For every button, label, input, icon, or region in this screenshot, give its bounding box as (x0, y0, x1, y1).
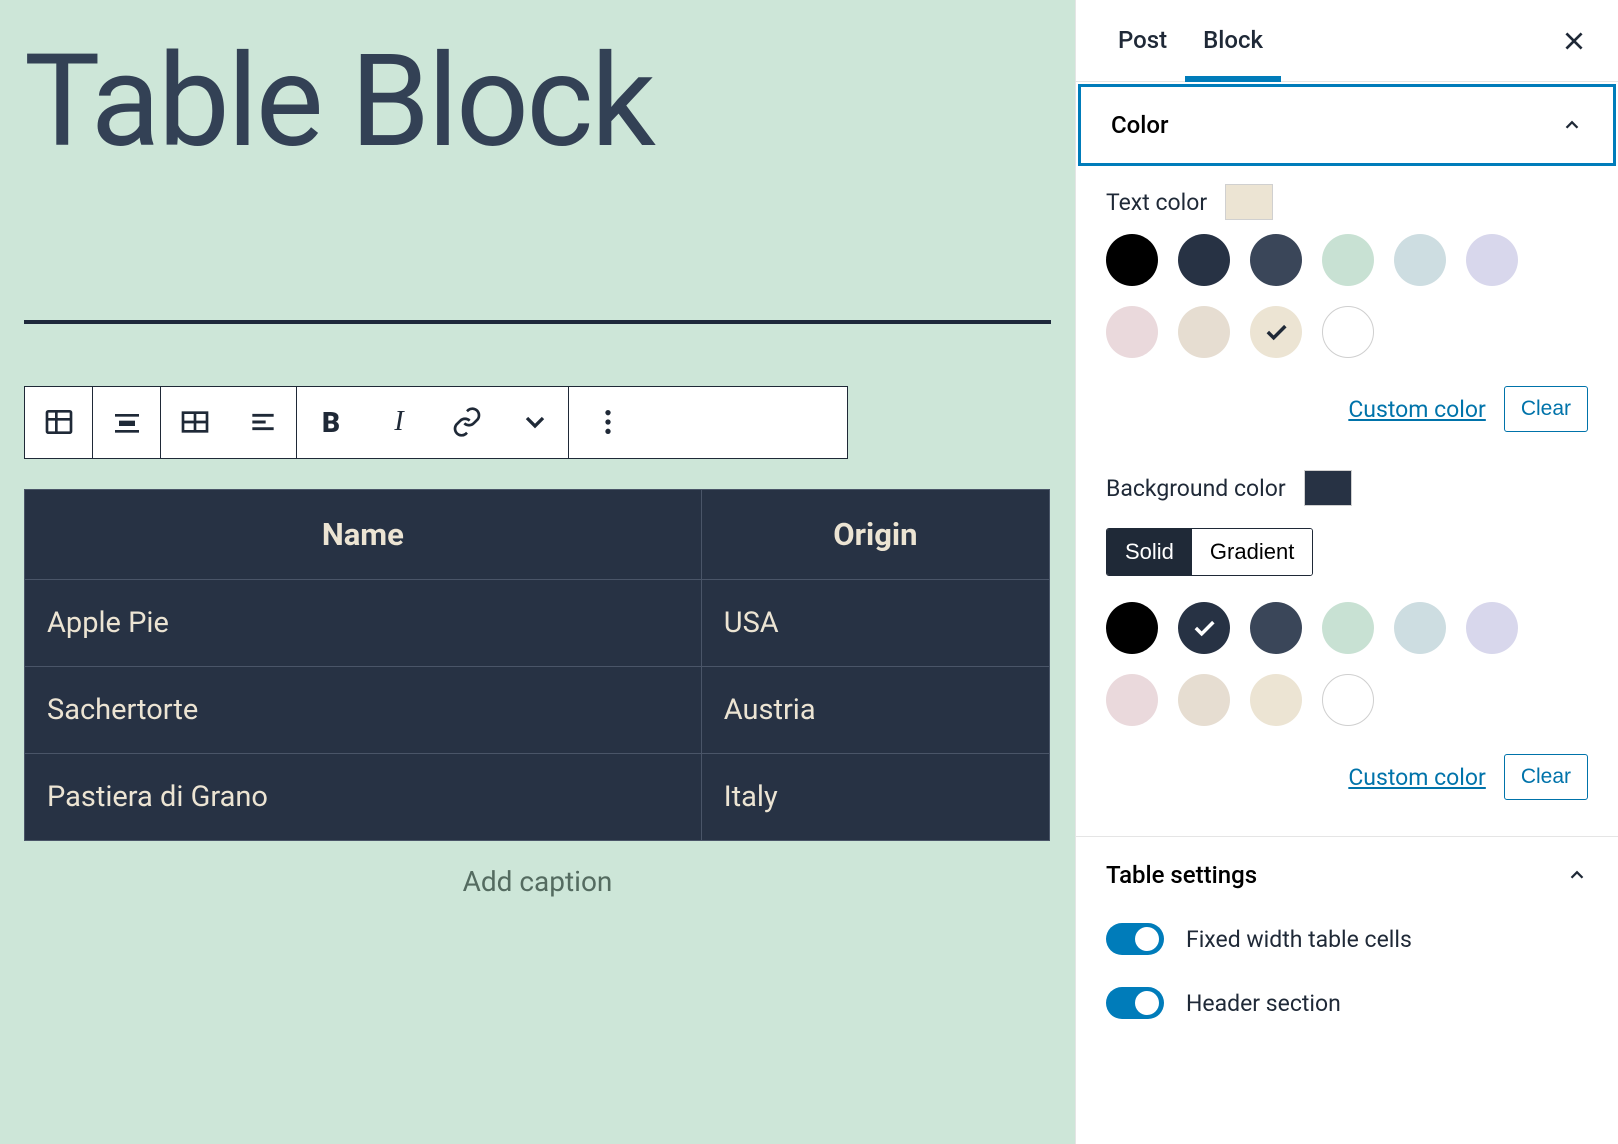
more-rich-text-button[interactable] (501, 387, 569, 458)
bg-color-label: Background color (1106, 475, 1286, 502)
text-custom-color-link[interactable]: Custom color (1348, 396, 1485, 423)
table-cell[interactable]: Austria (701, 666, 1049, 753)
fixed-width-toggle[interactable] (1106, 923, 1164, 955)
column-align-button[interactable] (229, 387, 297, 458)
block-toolbar: B I (24, 386, 848, 459)
italic-icon: I (394, 406, 403, 438)
bold-button[interactable]: B (297, 387, 365, 458)
color-swatch[interactable] (1250, 602, 1302, 654)
tab-post[interactable]: Post (1100, 0, 1185, 82)
table-header-cell[interactable]: Name (25, 489, 702, 579)
table-block[interactable]: Name Origin Apple Pie USA Sachertorte Au… (24, 489, 1050, 841)
more-vertical-icon (592, 406, 624, 438)
block-type-button[interactable] (25, 387, 93, 458)
color-swatch[interactable] (1178, 234, 1230, 286)
link-button[interactable] (433, 387, 501, 458)
color-panel-header[interactable]: Color (1078, 84, 1616, 166)
table-cell[interactable]: Apple Pie (25, 579, 702, 666)
chevron-up-icon (1566, 864, 1588, 886)
edit-table-button[interactable] (161, 387, 229, 458)
chevron-up-icon (1561, 114, 1583, 136)
tab-block[interactable]: Block (1185, 0, 1281, 82)
color-swatch[interactable] (1322, 602, 1374, 654)
color-swatch[interactable] (1106, 674, 1158, 726)
header-section-label: Header section (1186, 990, 1341, 1017)
bg-mode-toggle: Solid Gradient (1106, 528, 1313, 576)
bold-icon: B (322, 406, 340, 439)
more-options-button[interactable] (569, 387, 647, 458)
table-row: Apple Pie USA (25, 579, 1050, 666)
color-panel-body: Text color Custom color Clear Background… (1076, 166, 1618, 828)
table-header-row: Name Origin (25, 489, 1050, 579)
color-swatch[interactable] (1250, 234, 1302, 286)
bg-custom-color-link[interactable]: Custom color (1348, 764, 1485, 791)
table-cell[interactable]: USA (701, 579, 1049, 666)
sidebar-tabs: Post Block (1076, 0, 1618, 82)
color-swatch[interactable] (1394, 602, 1446, 654)
bg-clear-button[interactable]: Clear (1504, 754, 1588, 800)
color-swatch[interactable] (1106, 234, 1158, 286)
color-swatch[interactable] (1178, 602, 1230, 654)
editor-canvas: Table Block B I Name Origin (0, 0, 1075, 1144)
text-color-label: Text color (1106, 189, 1207, 216)
table-caption-input[interactable]: Add caption (24, 865, 1051, 898)
link-icon (451, 406, 483, 438)
table-row: Pastiera di Grano Italy (25, 753, 1050, 840)
color-swatch[interactable] (1106, 306, 1158, 358)
color-swatch[interactable] (1322, 674, 1374, 726)
table-edit-icon (179, 406, 211, 438)
table-cell[interactable]: Italy (701, 753, 1049, 840)
bg-mode-gradient[interactable]: Gradient (1192, 529, 1312, 575)
color-swatch[interactable] (1394, 234, 1446, 286)
color-panel-title: Color (1111, 111, 1169, 139)
text-color-chip (1225, 184, 1273, 220)
table-cell[interactable]: Sachertorte (25, 666, 702, 753)
table-header-cell[interactable]: Origin (701, 489, 1049, 579)
bg-color-swatches (1106, 602, 1588, 726)
bg-mode-solid[interactable]: Solid (1107, 529, 1192, 575)
text-color-swatches (1106, 234, 1588, 358)
fixed-width-label: Fixed width table cells (1186, 926, 1412, 953)
color-swatch[interactable] (1322, 234, 1374, 286)
italic-button[interactable]: I (365, 387, 433, 458)
table-settings-body: Fixed width table cells Header section (1076, 899, 1618, 1055)
check-icon (1262, 318, 1290, 346)
color-swatch[interactable] (1466, 602, 1518, 654)
color-swatch[interactable] (1178, 306, 1230, 358)
header-section-toggle[interactable] (1106, 987, 1164, 1019)
close-sidebar-button[interactable] (1554, 21, 1594, 61)
page-title[interactable]: Table Block (24, 26, 1051, 180)
text-clear-button[interactable]: Clear (1504, 386, 1588, 432)
color-swatch[interactable] (1178, 674, 1230, 726)
color-swatch[interactable] (1250, 306, 1302, 358)
bg-color-chip (1304, 470, 1352, 506)
table-settings-header[interactable]: Table settings (1076, 837, 1618, 899)
settings-sidebar: Post Block Color Text color Custom color… (1075, 0, 1618, 1144)
color-swatch[interactable] (1250, 674, 1302, 726)
check-icon (1190, 614, 1218, 642)
align-icon (111, 406, 143, 438)
table-icon (43, 406, 75, 438)
color-swatch[interactable] (1322, 306, 1374, 358)
close-icon (1561, 28, 1587, 54)
color-swatch[interactable] (1106, 602, 1158, 654)
table-cell[interactable]: Pastiera di Grano (25, 753, 702, 840)
text-align-left-icon (247, 406, 279, 438)
chevron-down-icon (519, 406, 551, 438)
table-settings-title: Table settings (1106, 861, 1257, 889)
separator-block[interactable] (24, 320, 1051, 324)
table-row: Sachertorte Austria (25, 666, 1050, 753)
color-swatch[interactable] (1466, 234, 1518, 286)
align-button[interactable] (93, 387, 161, 458)
